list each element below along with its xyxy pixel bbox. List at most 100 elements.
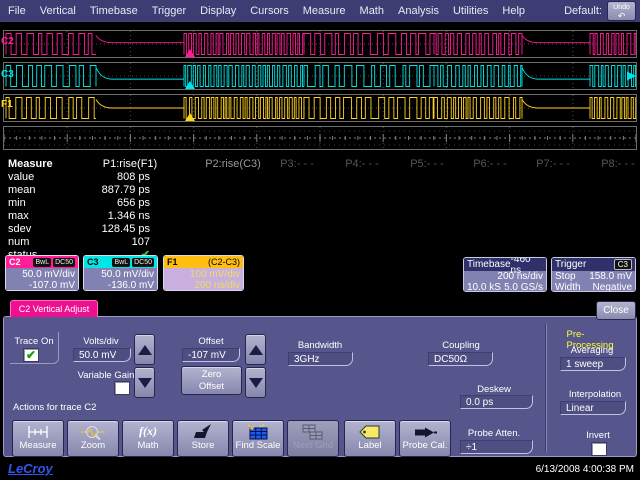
trigger-slope: Negative xyxy=(593,282,632,292)
empty-grid xyxy=(4,127,636,149)
undo-button[interactable]: Undo ↶ xyxy=(607,1,636,21)
c2-vdiv: 50.0 mV/div xyxy=(9,269,75,280)
offset-field[interactable]: -107 mV xyxy=(182,348,240,362)
trigger-level: 158.0 mV xyxy=(589,271,632,282)
measure-param-header-p5[interactable]: P5:- - - xyxy=(410,158,444,170)
trigger-title: Trigger xyxy=(555,259,586,270)
menu-item-timebase[interactable]: Timebase xyxy=(90,5,138,17)
measure-param-header-p7[interactable]: P7:- - - xyxy=(536,158,570,170)
descriptor-f1-name: F1 xyxy=(167,257,178,267)
menu-item-help[interactable]: Help xyxy=(502,5,525,17)
store-icon xyxy=(178,421,228,440)
menu-item-utilities[interactable]: Utilities xyxy=(453,5,488,17)
zero-offset-button[interactable]: Zero Offset xyxy=(181,366,242,395)
probe-atten-field[interactable]: ÷1 xyxy=(460,440,533,454)
undo-button-label: Undo xyxy=(613,4,630,11)
measure-param-header-p4[interactable]: P4:- - - xyxy=(345,158,379,170)
probe-cal-action-button[interactable]: Probe Cal. xyxy=(399,420,451,457)
measure-param-header-p1[interactable]: P1:rise(F1) xyxy=(103,158,157,170)
menu-item-vertical[interactable]: Vertical xyxy=(40,5,76,17)
timebase-scale: 200 ns/div xyxy=(467,271,543,282)
menu-item-file[interactable]: File xyxy=(8,5,26,17)
descriptor-c2-name: C2 xyxy=(9,257,21,267)
measure-param-header-p2[interactable]: P2:rise(C3) xyxy=(205,158,261,170)
zero-offset-line2: Offset xyxy=(182,381,241,393)
tab-c2-vertical-adjust[interactable]: C2 Vertical Adjust xyxy=(10,300,98,317)
volts-up-button[interactable] xyxy=(134,334,155,365)
trace-on-checkbox[interactable]: ✔ xyxy=(23,348,39,362)
timebase-box[interactable]: Timebase -460 ns 200 ns/div 10.0 kS 5.0 … xyxy=(463,257,547,292)
dc50-badge: DC50 xyxy=(132,258,154,267)
descriptor-c3[interactable]: C3 BwL DC50 50.0 mV/div -136.0 mV xyxy=(83,255,158,291)
default-label: Default: xyxy=(564,5,602,17)
measure-row-label: num xyxy=(8,236,37,249)
offset-down-button[interactable] xyxy=(245,367,266,398)
lecroy-logo: LeCroy xyxy=(8,461,53,476)
measure-row-labels: valuemeanminmaxsdevnumstatus xyxy=(8,171,37,262)
f1-source-tag: (C2-C3) xyxy=(208,257,240,267)
invert-label: Invert xyxy=(586,430,610,441)
coupling-label: Coupling xyxy=(442,340,480,351)
channel-label-c2[interactable]: C2 xyxy=(1,36,14,47)
grid-strip-c3 xyxy=(3,62,637,90)
averaging-label: Averaging xyxy=(571,345,614,356)
menu-item-math[interactable]: Math xyxy=(360,5,384,17)
probe-atten-label: Probe Atten. xyxy=(468,428,520,439)
measure-p1-values: 808 ps887.79 ps656 ps1.346 ns128.45 ps10… xyxy=(55,171,150,262)
volts-div-label: Volts/div xyxy=(83,336,118,347)
f1-vdiv: 100 mV/div xyxy=(167,269,240,280)
volts-down-button[interactable] xyxy=(134,367,155,398)
find-scale-action-button[interactable]: Find Scale xyxy=(232,420,284,457)
close-button[interactable]: Close xyxy=(596,301,636,320)
deskew-field[interactable]: 0.0 ps xyxy=(460,395,533,409)
descriptor-c3-name: C3 xyxy=(87,257,99,267)
c2-offset: -107.0 mV xyxy=(9,280,75,291)
timebase-rate: 5.0 GS/s xyxy=(504,282,543,292)
zoom-action-button[interactable]: Zoom xyxy=(67,420,119,457)
trigger-box[interactable]: Trigger C3 Stop 158.0 mV Width Negative xyxy=(551,257,636,292)
menu-item-trigger[interactable]: Trigger xyxy=(152,5,186,17)
measure-row-label: max xyxy=(8,210,37,223)
c3-vdiv: 50.0 mV/div xyxy=(87,269,154,280)
channel-label-f1[interactable]: F1 xyxy=(1,99,13,110)
timebase-title: Timebase xyxy=(467,259,511,270)
datetime: 6/13/2008 4:00:38 PM xyxy=(536,464,634,475)
math-action-button[interactable]: f(x) Math xyxy=(122,420,174,457)
dialog-separator xyxy=(545,324,547,452)
measure-table: Measure P1:rise(F1) P2:rise(C3) P3:- - - P4… xyxy=(0,155,640,255)
descriptor-c2[interactable]: C2 BwL DC50 50.0 mV/div -107.0 mV xyxy=(5,255,79,291)
timebase-samples: 10.0 kS xyxy=(467,282,501,292)
measure-param-header-p8[interactable]: P8:- - - xyxy=(601,158,635,170)
menu-item-display[interactable]: Display xyxy=(200,5,236,17)
measure-p1-value: 107 xyxy=(55,236,150,249)
channel-label-c3[interactable]: C3 xyxy=(1,69,14,80)
interpolation-field[interactable]: Linear xyxy=(560,401,626,415)
store-action-button[interactable]: Store xyxy=(177,420,229,457)
measure-param-header-p6[interactable]: P6:- - - xyxy=(473,158,507,170)
volts-div-field[interactable]: 50.0 mV xyxy=(73,348,131,362)
trigger-type: Width xyxy=(555,282,581,292)
next-grid-action-button[interactable]: Next Grid xyxy=(287,420,339,457)
measure-param-header-p3[interactable]: P3:- - - xyxy=(280,158,314,170)
label-tag-icon xyxy=(345,421,395,440)
measure-action-button[interactable]: Measure xyxy=(12,420,64,457)
up-arrow-icon xyxy=(249,345,263,355)
trigger-mode: Stop xyxy=(555,271,576,282)
variable-gain-checkbox[interactable] xyxy=(114,381,130,395)
bandwidth-field[interactable]: 3GHz xyxy=(288,352,353,366)
trace-on-label: Trace On xyxy=(14,336,53,347)
f1-tdiv: 200 ns/div xyxy=(167,280,240,291)
label-action-button[interactable]: Label xyxy=(344,420,396,457)
descriptor-f1[interactable]: F1 (C2-C3) 100 mV/div 200 ns/div xyxy=(163,255,244,291)
invert-checkbox[interactable] xyxy=(591,442,607,456)
averaging-field[interactable]: 1 sweep xyxy=(560,357,626,371)
grid-strip-empty xyxy=(3,126,637,150)
menu-items: File Vertical Timebase Trigger Display Cursor… xyxy=(8,5,525,17)
menu-item-analysis[interactable]: Analysis xyxy=(398,5,439,17)
coupling-field[interactable]: DC50Ω xyxy=(428,352,493,366)
measure-title: Measure xyxy=(8,158,53,170)
deskew-label: Deskew xyxy=(477,384,511,395)
menu-item-cursors[interactable]: Cursors xyxy=(250,5,289,17)
offset-up-button[interactable] xyxy=(245,334,266,365)
menu-item-measure[interactable]: Measure xyxy=(303,5,346,17)
